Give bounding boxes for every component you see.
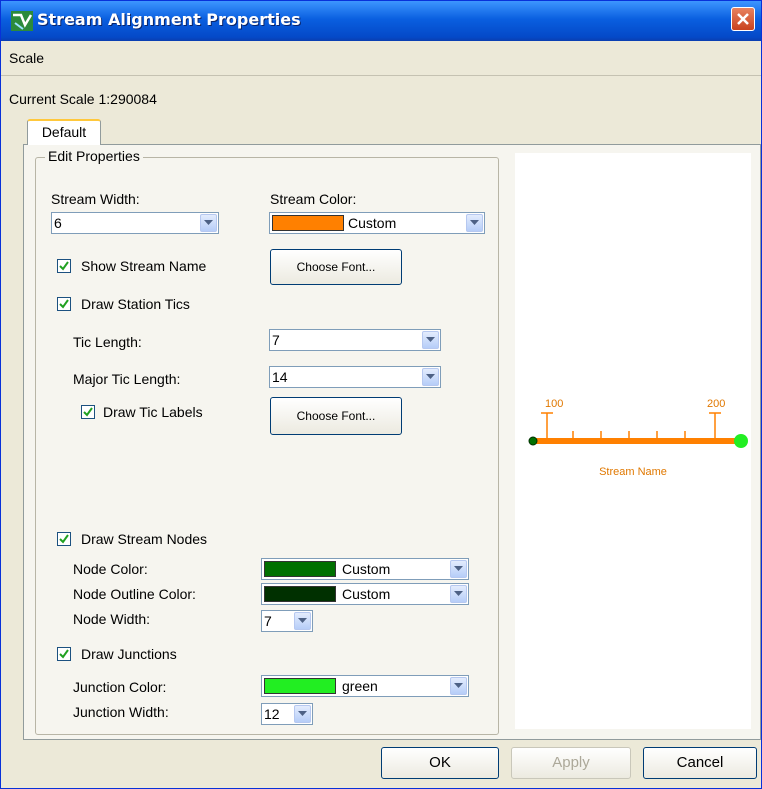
chevron-down-icon [450, 677, 467, 695]
node-color-label: Node Color: [73, 561, 148, 577]
edit-properties-title: Edit Properties [45, 148, 143, 164]
junction-color-swatch [264, 678, 336, 694]
close-button[interactable] [731, 7, 755, 31]
ok-button[interactable]: OK [381, 747, 499, 779]
show-stream-name-label: Show Stream Name [81, 258, 207, 274]
tic-length-label: Tic Length: [73, 334, 142, 350]
node-width-label: Node Width: [73, 611, 151, 627]
draw-tic-labels-label: Draw Tic Labels [103, 404, 203, 420]
chevron-down-icon [450, 585, 467, 603]
node-color-select[interactable]: Custom [261, 558, 469, 580]
tic-label-start: 100 [545, 398, 563, 410]
menu-item-scale[interactable]: Scale [9, 50, 44, 66]
draw-tic-labels-checkbox[interactable] [81, 405, 95, 419]
draw-junctions-label: Draw Junctions [81, 646, 177, 662]
chevron-down-icon [466, 214, 483, 232]
cancel-button[interactable]: Cancel [643, 747, 757, 779]
tab-default[interactable]: Default [27, 119, 101, 145]
node-outline-color-swatch [264, 586, 336, 602]
stream-node [528, 436, 538, 446]
node-width-select[interactable]: 7 [261, 610, 313, 632]
junction-color-select[interactable]: green [261, 675, 469, 697]
chevron-down-icon [294, 705, 311, 723]
junction-width-label: Junction Width: [73, 704, 169, 720]
preview-canvas: 100 200 Stream Name [528, 398, 748, 478]
choose-font-button-tic-labels[interactable]: Choose Font... [270, 397, 402, 435]
chevron-down-icon [422, 331, 439, 349]
app-icon [11, 11, 33, 31]
draw-station-tics-checkbox[interactable] [57, 297, 71, 311]
stream-color-label: Stream Color: [270, 191, 357, 207]
draw-station-tics-label: Draw Station Tics [81, 296, 190, 312]
window-title: Stream Alignment Properties [37, 10, 301, 29]
junction-width-select[interactable]: 12 [261, 703, 313, 725]
close-icon [737, 13, 749, 25]
current-scale-label: Current Scale 1:290084 [9, 91, 157, 107]
stream-width-select[interactable]: 6 [51, 212, 219, 234]
chevron-down-icon [200, 214, 217, 232]
stream-color-select[interactable]: Custom [269, 212, 485, 234]
stream-name-label: Stream Name [599, 466, 667, 478]
node-color-swatch [264, 561, 336, 577]
menu-bar: Scale [1, 41, 761, 76]
draw-stream-nodes-checkbox[interactable] [57, 532, 71, 546]
choose-font-button-stream-name[interactable]: Choose Font... [270, 249, 402, 285]
chevron-down-icon [294, 612, 311, 630]
title-bar[interactable]: Stream Alignment Properties [1, 1, 761, 41]
major-tic-length-select[interactable]: 14 [269, 366, 441, 388]
apply-button[interactable]: Apply [511, 747, 631, 779]
dialog-window: Stream Alignment Properties Scale Curren… [0, 0, 762, 789]
draw-junctions-checkbox[interactable] [57, 647, 71, 661]
node-outline-color-select[interactable]: Custom [261, 583, 469, 605]
chevron-down-icon [450, 560, 467, 578]
tic-length-select[interactable]: 7 [269, 329, 441, 351]
junction-color-label: Junction Color: [73, 679, 167, 695]
stream-color-swatch [272, 215, 344, 231]
major-tic-length-label: Major Tic Length: [73, 371, 181, 387]
stream-preview: 100 200 Stream Name [515, 153, 751, 729]
node-outline-color-label: Node Outline Color: [73, 586, 196, 602]
chevron-down-icon [422, 368, 439, 386]
tic-label-end: 200 [707, 398, 725, 410]
show-stream-name-checkbox[interactable] [57, 259, 71, 273]
junction-node [734, 434, 748, 448]
stream-width-label: Stream Width: [51, 191, 140, 207]
draw-stream-nodes-label: Draw Stream Nodes [81, 531, 208, 547]
tic-marks [541, 412, 721, 441]
